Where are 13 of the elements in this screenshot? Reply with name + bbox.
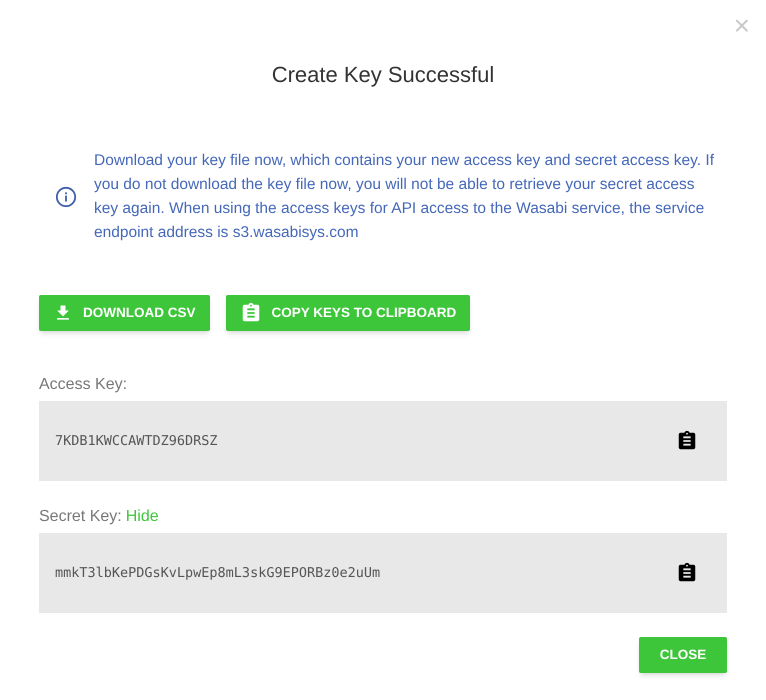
clipboard-icon[interactable] <box>676 562 698 584</box>
field-label: Access Key: <box>39 375 128 395</box>
clipboard-icon[interactable] <box>676 430 698 452</box>
close-button[interactable]: CLOSE <box>639 637 727 673</box>
key-value: mmkT3lbKePDGsKvLpwEp8mL3skG9EPORBz0e2uUm <box>55 564 380 583</box>
copy-button[interactable]: COPY KEYS TO CLIPBOARD <box>226 295 470 331</box>
notice-text: Download your key file now, which contains your new access key and secret access key. If you do not download the key file now, you will not be able to retrieve your secret access key again. When using the access keys for API access to the Wasabi service, the service endpoint address is s3.wasabisys.com <box>94 151 714 243</box>
dialog-title: Create Key Successful <box>270 61 496 89</box>
hide-link[interactable]: Hide <box>126 505 159 529</box>
field-label: Secret Key: <box>39 507 122 527</box>
key-value: 7KDB1KWCCAWTDZ96DRSZ <box>55 432 218 451</box>
info-icon <box>55 186 77 208</box>
download-button[interactable]: DOWNLOAD CSV <box>39 295 210 331</box>
